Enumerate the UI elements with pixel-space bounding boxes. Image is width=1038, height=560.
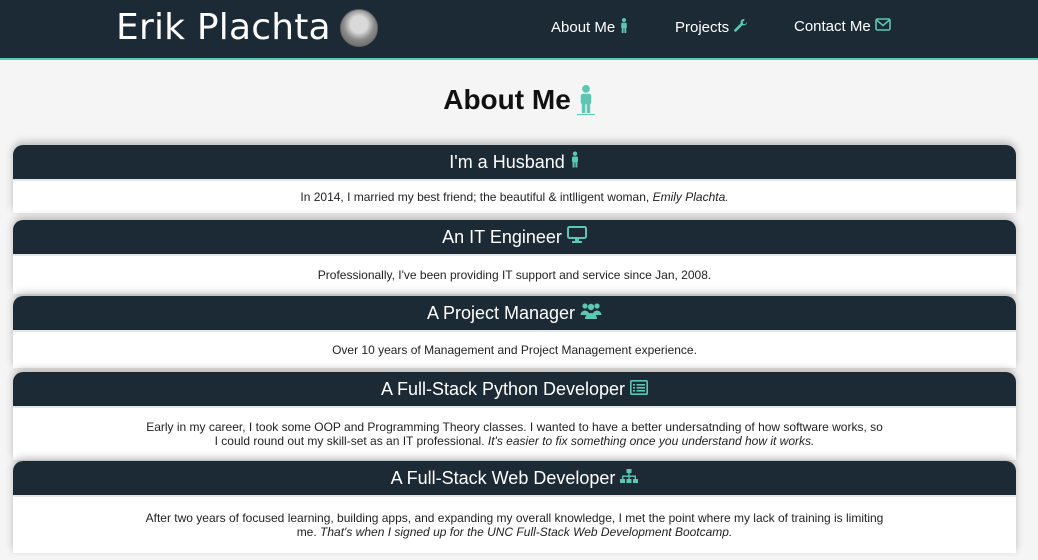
list-alt-icon bbox=[625, 379, 649, 400]
card-heading: A Full-Stack Python Developer bbox=[13, 372, 1016, 408]
monitor-icon bbox=[562, 226, 587, 248]
card-python-developer: A Full-Stack Python Developer Early in m… bbox=[13, 372, 1016, 460]
person-icon bbox=[615, 18, 629, 37]
card-body: Early in my career, I took some OOP and … bbox=[13, 408, 1016, 460]
brand[interactable]: Erik Plachta bbox=[116, 7, 378, 48]
card-heading-text: An IT Engineer bbox=[442, 226, 562, 247]
card-heading: A Project Manager bbox=[13, 296, 1016, 332]
card-husband: I'm a Husband In 2014, I married my best… bbox=[13, 145, 1016, 213]
nav-link-projects-label[interactable]: Projects bbox=[675, 19, 729, 36]
card-body: In 2014, I married my best friend; the b… bbox=[13, 181, 1016, 213]
card-text: After two years of focused learning, bui… bbox=[143, 511, 886, 539]
card-text-emphasis: Emily Plachta. bbox=[652, 190, 729, 204]
brand-name[interactable]: Erik Plachta bbox=[116, 7, 331, 48]
card-body: After two years of focused learning, bui… bbox=[13, 497, 1016, 553]
nav-link-about[interactable]: About Me bbox=[551, 18, 629, 37]
card-text: Early in my career, I took some OOP and … bbox=[143, 420, 886, 448]
users-icon bbox=[575, 302, 602, 324]
card-body: Professionally, I've been providing IT s… bbox=[13, 256, 1016, 294]
navbar: Erik Plachta About Me Projects Contact M… bbox=[0, 0, 1038, 60]
nav-link-about-label[interactable]: About Me bbox=[551, 19, 615, 36]
card-project-manager: A Project Manager Over 10 years of Manag… bbox=[13, 296, 1016, 368]
card-text: Over 10 years of Management and Project … bbox=[332, 343, 697, 357]
card-text-main: In 2014, I married my best friend; the b… bbox=[300, 190, 650, 204]
card-it-engineer: An IT Engineer Professionally, I've been… bbox=[13, 220, 1016, 294]
wrench-icon bbox=[729, 18, 748, 37]
card-heading: An IT Engineer bbox=[13, 220, 1016, 256]
card-text-main: Over 10 years of Management and Project … bbox=[332, 343, 697, 357]
nav-link-contact-label[interactable]: Contact Me bbox=[794, 18, 871, 35]
card-text-emphasis: It's easier to fix something once you un… bbox=[487, 434, 815, 448]
card-heading-text: A Full-Stack Web Developer bbox=[390, 467, 616, 488]
card-body: Over 10 years of Management and Project … bbox=[13, 332, 1016, 368]
avatar bbox=[339, 8, 378, 47]
card-heading-text: I'm a Husband bbox=[449, 151, 565, 172]
card-heading-text: A Full-Stack Python Developer bbox=[380, 378, 626, 399]
card-heading: I'm a Husband bbox=[13, 145, 1016, 181]
nav-link-contact[interactable]: Contact Me bbox=[794, 18, 891, 35]
card-text-emphasis: That's when I signed up for the UNC Full… bbox=[320, 525, 733, 539]
page-title: About Me bbox=[0, 84, 1038, 116]
person-icon bbox=[565, 151, 580, 173]
card-web-developer: A Full-Stack Web Developer After two yea… bbox=[13, 461, 1016, 553]
card-heading-text: A Project Manager bbox=[426, 302, 576, 323]
person-icon bbox=[576, 85, 595, 115]
card-heading: A Full-Stack Web Developer bbox=[13, 461, 1016, 497]
sitemap-icon bbox=[615, 468, 639, 489]
card-text: In 2014, I married my best friend; the b… bbox=[300, 190, 728, 204]
envelope-icon bbox=[871, 18, 891, 35]
nav-link-projects[interactable]: Projects bbox=[675, 18, 748, 37]
page-title-text: About Me bbox=[443, 84, 571, 115]
card-text: Professionally, I've been providing IT s… bbox=[318, 268, 711, 282]
card-text-main: Professionally, I've been providing IT s… bbox=[317, 268, 712, 282]
